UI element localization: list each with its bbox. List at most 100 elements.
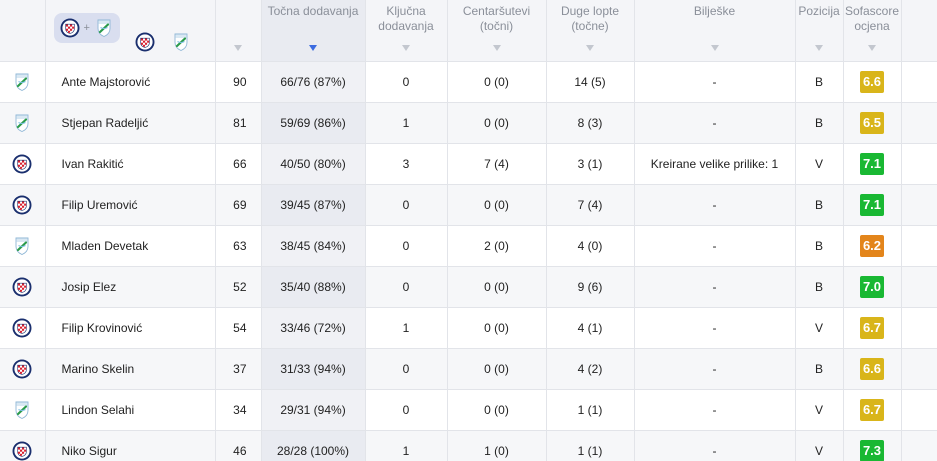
key-passes: 0: [365, 389, 448, 431]
sort-arrow-icon: [815, 44, 823, 51]
key-passes: 3: [365, 143, 448, 185]
minutes-played: 46: [215, 430, 262, 461]
minutes-played: 90: [215, 61, 262, 103]
table-row[interactable]: Ante Majstorović 90 66/76 (87%) 0 0 (0) 14 (5…: [0, 61, 937, 103]
rating-badge: 7.1: [860, 152, 884, 175]
team-badge-cell: [0, 143, 46, 185]
rating-cell: 7.3: [843, 430, 902, 461]
accurate-passes: 38/45 (84%): [261, 225, 366, 267]
rating-badge: 6.6: [860, 357, 884, 380]
long-balls: 14 (5): [546, 61, 635, 103]
header-minutes[interactable]: [215, 0, 262, 62]
table-row[interactable]: Niko Sigur 46 28/28 (100%) 1 1 (0) 1 (1) - V 7.3: [0, 430, 937, 461]
long-balls: 7 (4): [546, 184, 635, 226]
extra-cell: [901, 430, 937, 461]
extra-cell: [901, 225, 937, 267]
team-filter-rijeka[interactable]: [171, 32, 191, 52]
minutes-played: 37: [215, 348, 262, 390]
long-balls: 4 (0): [546, 225, 635, 267]
header-team-filter: +: [45, 0, 216, 62]
team-filter-both[interactable]: +: [53, 13, 120, 43]
minutes-played: 69: [215, 184, 262, 226]
table-row[interactable]: Stjepan Radeljić 81 59/69 (86%) 1 0 (0) 8 (3)…: [0, 102, 937, 144]
accurate-passes: 33/46 (72%): [261, 307, 366, 349]
table-row[interactable]: Ivan Rakitić 66 40/50 (80%) 3 7 (4) 3 (1) Krei…: [0, 143, 937, 185]
table-row[interactable]: Marino Skelin 37 31/33 (94%) 0 0 (0) 4 (2) - B 6…: [0, 348, 937, 390]
table-row[interactable]: Filip Uremović 69 39/45 (87%) 0 0 (0) 7 (4) - B…: [0, 184, 937, 226]
rating-badge: 6.7: [860, 316, 884, 339]
header-team-column: [0, 0, 46, 62]
key-passes: 0: [365, 266, 448, 308]
sort-arrow-icon: [868, 44, 876, 51]
rating-badge: 6.7: [860, 398, 884, 421]
table-row[interactable]: Filip Krovinović 54 33/46 (72%) 1 0 (0) 4 (1)…: [0, 307, 937, 349]
table-row[interactable]: Mladen Devetak 63 38/45 (84%) 0 2 (0) 4 (0) - B…: [0, 225, 937, 267]
team-badge-cell: [0, 430, 46, 461]
accurate-passes: 31/33 (94%): [261, 348, 366, 390]
long-balls: 1 (1): [546, 430, 635, 461]
position: V: [795, 389, 844, 431]
position: V: [795, 143, 844, 185]
key-passes: 0: [365, 184, 448, 226]
rijeka-badge-icon: [12, 113, 32, 133]
header-notes-label: Bilješke: [693, 4, 736, 18]
rating-cell: 6.5: [843, 102, 902, 144]
table-row[interactable]: Lindon Selahi 34 29/31 (94%) 0 0 (0) 1 (1) - V 6…: [0, 389, 937, 431]
extra-cell: [901, 307, 937, 349]
sort-arrow-icon: [710, 44, 719, 51]
notes: -: [634, 430, 796, 461]
rijeka-badge-icon: [12, 400, 32, 420]
team-badge-cell: [0, 184, 46, 226]
sort-arrow-icon: [234, 44, 242, 51]
team-badge-cell: [0, 61, 46, 103]
crosses: 0 (0): [447, 184, 547, 226]
key-passes: 1: [365, 102, 448, 144]
position: V: [795, 430, 844, 461]
header-position[interactable]: Pozicija: [795, 0, 844, 62]
rating-cell: 6.6: [843, 61, 902, 103]
notes: -: [634, 184, 796, 226]
rating-cell: 6.2: [843, 225, 902, 267]
long-balls: 1 (1): [546, 389, 635, 431]
player-name: Lindon Selahi: [45, 389, 216, 431]
team-badge-cell: [0, 225, 46, 267]
crosses: 0 (0): [447, 307, 547, 349]
team-filter-hajduk[interactable]: [135, 32, 155, 52]
hajduk-badge-icon: [12, 277, 32, 297]
minutes-played: 52: [215, 266, 262, 308]
rijeka-badge-icon: [12, 72, 32, 92]
minutes-played: 34: [215, 389, 262, 431]
rating-badge: 6.6: [860, 70, 884, 93]
long-balls: 4 (2): [546, 348, 635, 390]
position: V: [795, 307, 844, 349]
sort-arrow-icon: [402, 44, 410, 51]
team-badge-cell: [0, 389, 46, 431]
header-key-passes[interactable]: Ključna dodavanja: [365, 0, 448, 62]
header-notes[interactable]: Bilješke: [634, 0, 796, 62]
header-accurate-passes[interactable]: Točna dodavanja: [261, 0, 366, 62]
long-balls: 9 (6): [546, 266, 635, 308]
sort-arrow-icon: [586, 44, 594, 51]
rating-badge: 7.0: [860, 275, 884, 298]
crosses: 0 (0): [447, 102, 547, 144]
rating-cell: 7.1: [843, 143, 902, 185]
header-crosses[interactable]: Centaršutevi (točni): [447, 0, 547, 62]
header-rating[interactable]: Sofascore ocjena: [843, 0, 902, 62]
position: B: [795, 61, 844, 103]
player-name: Mladen Devetak: [45, 225, 216, 267]
minutes-played: 63: [215, 225, 262, 267]
accurate-passes: 40/50 (80%): [261, 143, 366, 185]
header-long-balls[interactable]: Duge lopte (točne): [546, 0, 635, 62]
header-key-passes-label: Ključna dodavanja: [378, 4, 434, 33]
position: B: [795, 102, 844, 144]
extra-cell: [901, 266, 937, 308]
table-row[interactable]: Josip Elez 52 35/40 (88%) 0 0 (0) 9 (6) - B 7.0: [0, 266, 937, 308]
plus-sign: +: [83, 21, 90, 34]
key-passes: 1: [365, 307, 448, 349]
team-badge-cell: [0, 307, 46, 349]
header-long-balls-label: Duge lopte (točne): [560, 4, 620, 33]
rijeka-badge-icon: [12, 236, 32, 256]
notes: -: [634, 266, 796, 308]
team-badge-cell: [0, 348, 46, 390]
player-name: Ivan Rakitić: [45, 143, 216, 185]
